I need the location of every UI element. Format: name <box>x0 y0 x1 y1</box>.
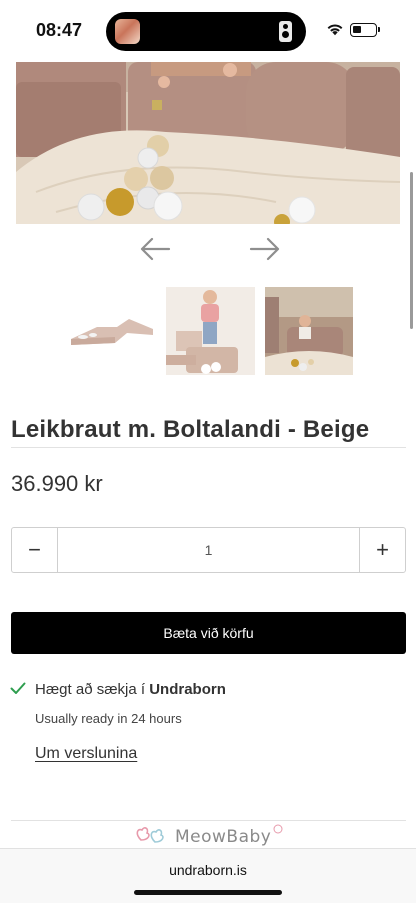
quantity-decrease-button[interactable]: − <box>12 528 58 572</box>
home-indicator[interactable] <box>134 890 282 895</box>
store-info-link[interactable]: Um verslunina <box>35 745 137 763</box>
thumbnail-image <box>166 287 255 375</box>
arrow-left-icon[interactable] <box>139 236 171 262</box>
svg-text:MeowBaby: MeowBaby <box>175 827 271 847</box>
arrow-right-icon[interactable] <box>249 236 281 262</box>
divider <box>11 820 406 821</box>
thumbnail-image <box>265 287 353 375</box>
add-to-cart-button[interactable]: Bæta við körfu <box>11 612 406 654</box>
pickup-prefix: Hægt að sækja í <box>35 681 146 698</box>
quantity-input[interactable] <box>58 528 359 572</box>
meowbaby-logo[interactable]: MeowBaby <box>131 822 286 850</box>
divider <box>11 447 406 448</box>
status-time: 08:47 <box>36 20 83 40</box>
product-price: 36.990 kr <box>11 471 103 496</box>
product-thumbnail[interactable] <box>166 287 255 375</box>
product-main-image[interactable] <box>16 62 400 224</box>
checkmark-icon <box>10 682 26 694</box>
url-text[interactable]: undraborn.is <box>0 862 416 878</box>
product-photo <box>16 62 400 224</box>
thumbnail-image <box>67 287 155 375</box>
wifi-icon <box>327 24 343 36</box>
speaker-icon <box>279 21 292 42</box>
quantity-selector: − + <box>11 527 406 573</box>
now-playing-thumbnail <box>115 19 140 44</box>
product-thumbnail[interactable] <box>67 287 155 375</box>
browser-address-bar[interactable]: undraborn.is <box>0 848 416 903</box>
product-thumbnail[interactable] <box>265 287 353 375</box>
pickup-availability: Hægt að sækja í Undraborn <box>35 681 226 698</box>
pickup-store-name: Undraborn <box>149 681 226 698</box>
dynamic-island[interactable] <box>106 12 306 51</box>
product-title: Leikbraut m. Boltalandi - Beige <box>11 416 370 443</box>
pickup-ready-time: Usually ready in 24 hours <box>35 711 182 726</box>
status-bar: 08:47 <box>0 0 416 62</box>
quantity-increase-button[interactable]: + <box>359 528 405 572</box>
brand-logo-image: MeowBaby <box>136 824 283 847</box>
battery-icon <box>350 23 380 37</box>
scroll-indicator[interactable] <box>410 172 413 329</box>
